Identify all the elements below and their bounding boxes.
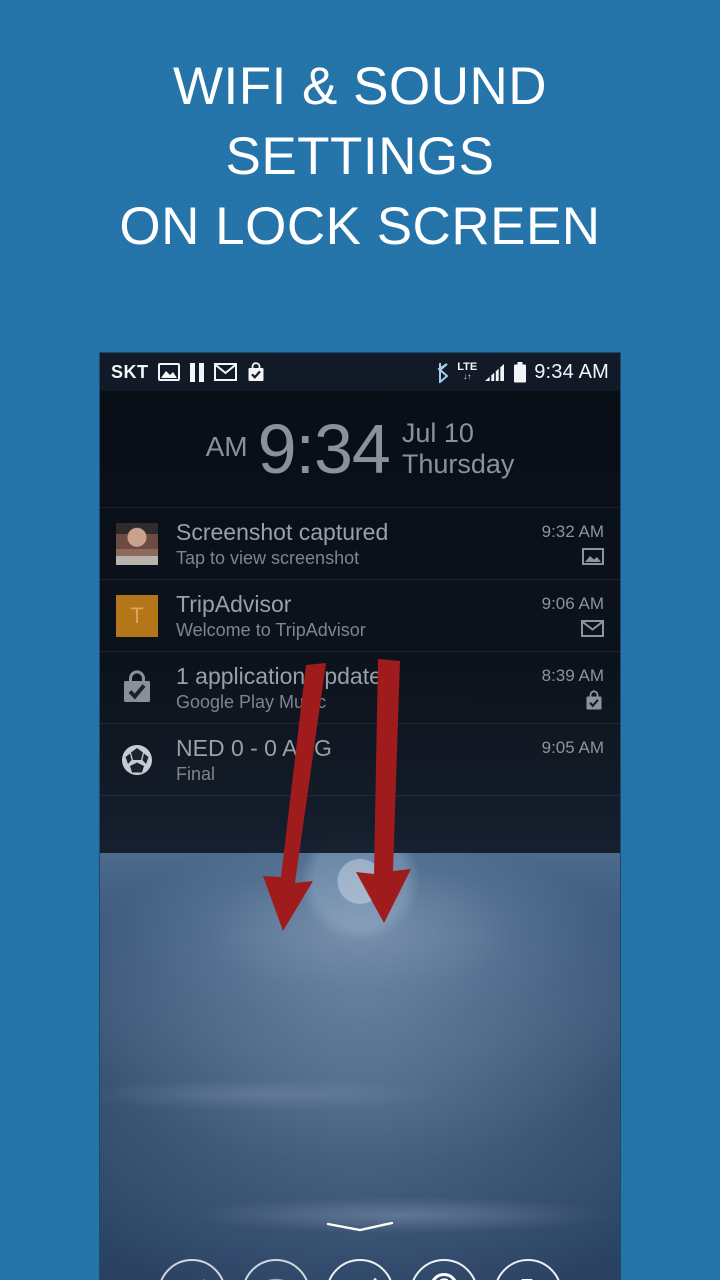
bluetooth-icon: [437, 362, 449, 383]
notification-body: 1 application updated Google Play Music: [176, 662, 532, 714]
pause-icon: [189, 362, 204, 382]
sound-toggle[interactable]: [326, 1259, 394, 1280]
quick-toggle-row: [100, 1259, 620, 1280]
notification-title: Screenshot captured: [176, 518, 389, 545]
promo-headline: WIFI & SOUND SETTINGS ON LOCK SCREEN: [0, 52, 720, 262]
camera-toggle[interactable]: [494, 1259, 562, 1280]
clock-time: 9:34: [257, 410, 391, 488]
notification-time: 9:06 AM: [541, 593, 604, 613]
notification-subtitle: Welcome to TripAdvisor: [176, 619, 366, 640]
headline-line-1: WIFI & SOUND: [172, 57, 548, 116]
soccer-ball-icon: [116, 739, 158, 781]
carrier-label: SKT: [111, 361, 149, 382]
notification-title: NED 0 - 0 ARG: [176, 734, 332, 761]
notification-row-tripadvisor[interactable]: T TripAdvisor Welcome to TripAdvisor 9:0…: [100, 579, 620, 651]
mirror-toggle[interactable]: [410, 1259, 478, 1280]
notification-time: 9:32 AM: [541, 521, 604, 541]
notification-subtitle: Tap to view screenshot: [176, 547, 360, 568]
notification-list: Screenshot captured Tap to view screensh…: [100, 507, 620, 796]
headline-line-3: ON LOCK SCREEN: [119, 197, 601, 256]
notification-meta: 9:32 AM: [542, 519, 604, 569]
play-store-icon: [248, 362, 263, 381]
notification-meta: 8:39 AM: [542, 663, 604, 713]
notification-list-divider: [100, 795, 620, 796]
notification-body: TripAdvisor Welcome to TripAdvisor: [176, 590, 532, 642]
notification-row-app-update[interactable]: 1 application updated Google Play Music …: [100, 651, 620, 723]
lte-arrows: ↓↑: [463, 372, 472, 381]
battery-icon: [514, 361, 527, 382]
notification-subtitle: Final: [176, 763, 216, 784]
image-icon: [157, 363, 180, 381]
gmail-icon: [581, 620, 604, 637]
notification-body: NED 0 - 0 ARG Final: [176, 734, 532, 786]
lte-icon: LTE ↓↑: [457, 362, 477, 382]
screenshot-photo-thumb: [116, 522, 158, 565]
notification-time: 9:05 AM: [541, 737, 604, 757]
tripadvisor-letter: T: [116, 594, 158, 637]
clock-date: Jul 10: [401, 418, 474, 448]
image-icon: [582, 548, 604, 565]
status-bar-clock: 9:34 AM: [534, 360, 609, 383]
gmail-icon: [213, 363, 237, 381]
notification-row-score[interactable]: NED 0 - 0 ARG Final 9:05 AM: [100, 723, 620, 795]
notification-meta: 9:06 AM: [542, 591, 604, 641]
phone-screenshot: SKT LTE ↓↑ 9:34 AM AM 9:34 Jul 10 Thursd…: [100, 353, 620, 1280]
signal-icon: [485, 363, 505, 381]
notification-body: Screenshot captured Tap to view screensh…: [176, 518, 532, 570]
headline-line-2: SETTINGS: [225, 127, 495, 186]
play-store-icon: [116, 667, 158, 709]
flashlight-off-toggle[interactable]: [158, 1259, 226, 1280]
notification-time: 8:39 AM: [541, 665, 604, 685]
notification-meta: 9:05 AM: [542, 735, 604, 785]
wifi-off-toggle[interactable]: [242, 1259, 310, 1280]
tripadvisor-icon: T: [116, 594, 158, 637]
status-bar-left: SKT: [111, 362, 266, 383]
notification-row-screenshot[interactable]: Screenshot captured Tap to view screensh…: [100, 507, 620, 579]
notification-title: TripAdvisor: [176, 590, 292, 617]
status-bar: SKT LTE ↓↑ 9:34 AM: [100, 353, 620, 391]
play-store-icon: [586, 690, 602, 710]
lockscreen-clock-widget: AM 9:34 Jul 10 Thursday: [100, 391, 620, 507]
status-bar-right: LTE ↓↑ 9:34 AM: [436, 361, 609, 384]
panel-handle-icon[interactable]: [324, 1222, 396, 1232]
notification-title: 1 application updated: [176, 662, 395, 689]
clock-date-block: Jul 10 Thursday: [402, 418, 515, 480]
notification-subtitle: Google Play Music: [176, 691, 327, 712]
clock-ampm: AM: [205, 431, 248, 462]
clock-weekday: Thursday: [401, 449, 515, 479]
